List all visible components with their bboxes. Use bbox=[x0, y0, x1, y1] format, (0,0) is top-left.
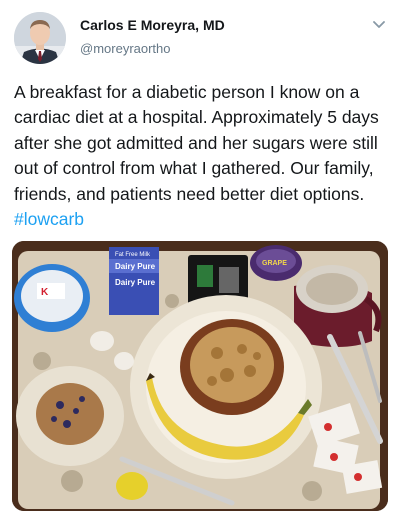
avatar-portrait bbox=[14, 12, 66, 64]
milk-brand-label-2: Dairy Pure bbox=[115, 278, 156, 287]
milk-brand-label: Dairy Pure bbox=[115, 262, 156, 271]
hashtag-link[interactable]: #lowcarb bbox=[14, 209, 84, 229]
milk-top-label: Fat Free Milk bbox=[115, 252, 151, 258]
svg-text:K: K bbox=[41, 287, 49, 298]
breakfast-tray-image: K Fat Free Milk Dairy Pure Dairy Pure GR… bbox=[12, 241, 388, 511]
tweet-photo[interactable]: K Fat Free Milk Dairy Pure Dairy Pure GR… bbox=[12, 241, 388, 511]
avatar[interactable] bbox=[14, 12, 66, 64]
author-handle[interactable]: @moreyraortho bbox=[80, 41, 171, 56]
jelly-label: GRAPE bbox=[262, 260, 287, 267]
author-name[interactable]: Carlos E Moreyra, MD bbox=[80, 17, 225, 33]
tweet-card: Carlos E Moreyra, MD @moreyraortho A bre… bbox=[0, 0, 400, 520]
chevron-down-icon[interactable] bbox=[370, 15, 388, 33]
tweet-text: A breakfast for a diabetic person I know… bbox=[14, 80, 390, 232]
tweet-body: A breakfast for a diabetic person I know… bbox=[14, 82, 379, 204]
